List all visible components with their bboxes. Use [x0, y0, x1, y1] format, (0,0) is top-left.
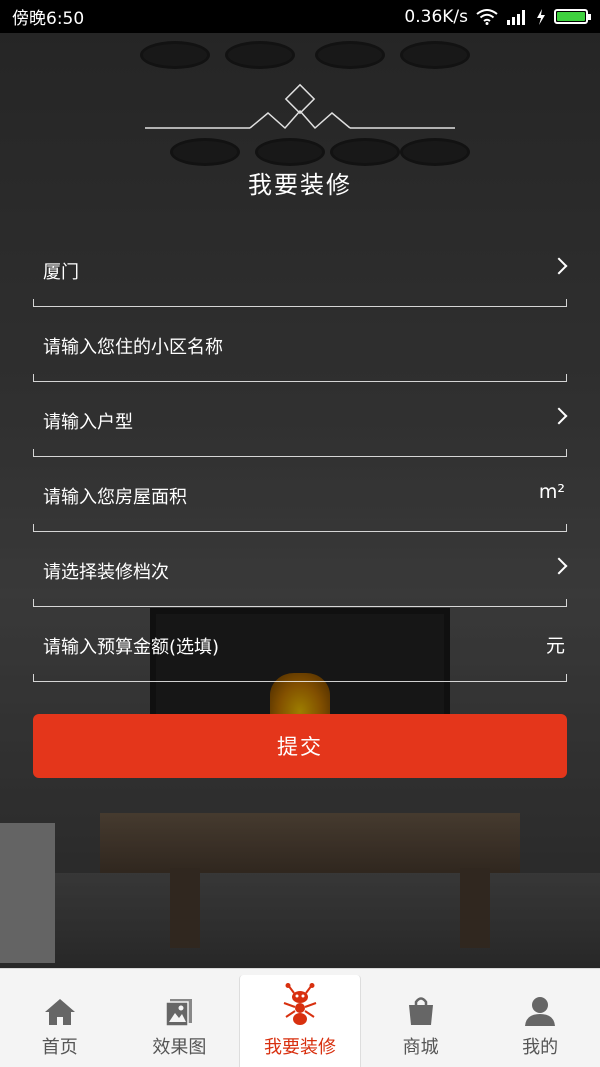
header: 我要装修 — [0, 83, 600, 203]
field-placeholder: 请输入户型 — [43, 412, 133, 433]
nav-item-renovation[interactable]: 我要装修 — [239, 975, 361, 1067]
nav-item-shop[interactable]: 商城 — [361, 969, 481, 1067]
charging-icon — [537, 8, 545, 25]
bottom-nav: 首页 效果图 我要装修 商城 我的 — [0, 968, 600, 1067]
field-underline — [33, 299, 567, 307]
nav-label: 首页 — [41, 1037, 78, 1058]
home-icon — [44, 999, 75, 1025]
chevron-right-icon — [550, 407, 568, 425]
nav-label: 商城 — [402, 1037, 439, 1058]
field-placeholder: 请输入您住的小区名称 — [43, 337, 223, 358]
field-placeholder: 请输入预算金额(选填) — [43, 637, 220, 658]
battery-level — [557, 12, 585, 21]
ant-mascot-icon — [283, 983, 317, 1025]
house-roof-ornament-icon — [145, 83, 455, 130]
renovation-level-select[interactable]: 请选择装修档次 — [33, 532, 568, 607]
status-bar: 傍晚6:50 0.36K/s — [0, 0, 600, 33]
field-underline — [33, 599, 567, 607]
nav-item-home[interactable]: 首页 — [0, 969, 120, 1067]
city-select[interactable]: 厦门 — [33, 232, 568, 307]
nav-label: 我的 — [522, 1037, 559, 1058]
house-type-select[interactable]: 请输入户型 — [33, 382, 568, 457]
shopping-bag-icon — [408, 997, 433, 1025]
chevron-right-icon — [550, 257, 568, 275]
battery-icon — [554, 9, 591, 24]
community-name-input[interactable]: 请输入您住的小区名称 — [33, 307, 567, 382]
wifi-icon — [476, 8, 498, 25]
chevron-right-icon — [550, 557, 568, 575]
budget-input[interactable]: 请输入预算金额(选填) 元 — [33, 607, 567, 682]
field-underline — [33, 674, 567, 682]
page-title: 我要装修 — [248, 171, 352, 199]
nav-label: 效果图 — [152, 1037, 207, 1058]
status-time: 傍晚6:50 — [12, 9, 85, 29]
house-area-input[interactable]: 请输入您房屋面积 m² — [33, 457, 567, 532]
submit-button[interactable]: 提交 — [33, 714, 567, 778]
field-label: 厦门 — [43, 262, 79, 283]
status-indicators: 0.36K/s — [404, 6, 591, 27]
area-unit: m² — [538, 481, 565, 503]
network-speed: 0.36K/s — [404, 6, 468, 27]
field-underline — [33, 524, 567, 532]
gallery-icon — [165, 999, 193, 1027]
field-underline — [33, 449, 567, 457]
nav-item-gallery[interactable]: 效果图 — [120, 969, 240, 1067]
nav-item-profile[interactable]: 我的 — [480, 969, 600, 1067]
user-icon — [525, 997, 556, 1026]
field-underline — [33, 374, 567, 382]
field-placeholder: 请输入您房屋面积 — [43, 487, 187, 508]
field-placeholder: 请选择装修档次 — [43, 562, 169, 583]
currency-unit: 元 — [545, 635, 565, 657]
signal-icon — [507, 9, 525, 25]
nav-label: 我要装修 — [263, 1037, 336, 1058]
renovation-form: 厦门 请输入您住的小区名称 请输入户型 请输入您房屋面积 m² 请选择装修档次 … — [33, 232, 568, 682]
